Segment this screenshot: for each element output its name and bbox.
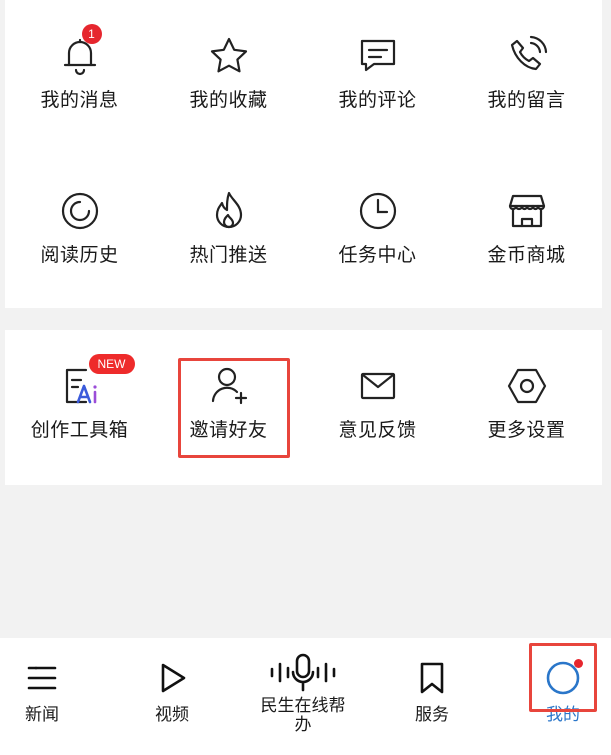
comment-icon — [356, 34, 400, 78]
task-center-item[interactable]: 任务中心 — [303, 155, 452, 275]
my-favorites-item[interactable]: 我的收藏 — [154, 0, 303, 120]
tab-label: 新闻 — [25, 705, 59, 725]
coin-mall-item[interactable]: 金币商城 — [452, 155, 601, 275]
item-label: 我的消息 — [40, 89, 119, 111]
more-settings-item[interactable]: 更多设置 — [452, 330, 601, 450]
history-icon — [58, 189, 102, 233]
invite-highlight-box — [178, 358, 290, 458]
my-messages-board-item[interactable]: 我的留言 — [452, 0, 601, 120]
tab-live-help[interactable]: 民生在线帮办 — [248, 638, 358, 755]
phone-icon — [505, 34, 549, 78]
reading-history-item[interactable]: 阅读历史 — [5, 155, 154, 275]
microphone-icon — [268, 652, 338, 692]
item-label: 我的留言 — [487, 89, 566, 111]
creative-toolbox-item[interactable]: NEW 创作工具箱 — [5, 330, 154, 450]
new-badge: NEW — [88, 354, 135, 374]
my-comments-item[interactable]: 我的评论 — [303, 0, 452, 120]
item-label: 我的收藏 — [189, 89, 268, 111]
item-label: 金币商城 — [487, 244, 566, 266]
tab-label: 视频 — [155, 705, 189, 725]
news-list-icon — [24, 660, 60, 696]
tab-services[interactable]: 服务 — [377, 638, 487, 755]
mail-icon — [356, 364, 400, 408]
hot-push-item[interactable]: 热门推送 — [154, 155, 303, 275]
play-icon — [154, 660, 190, 696]
item-label: 意见反馈 — [338, 419, 417, 441]
tools-card: NEW 创作工具箱 邀请好友 意见反馈 更多设置 — [5, 330, 602, 485]
bottom-tab-bar: 新闻 视频 民生在线帮办 服务 我的 — [0, 638, 611, 755]
tab-news[interactable]: 新闻 — [0, 638, 97, 755]
flame-icon — [207, 189, 251, 233]
clock-icon — [356, 189, 400, 233]
tab-video[interactable]: 视频 — [117, 638, 227, 755]
my-messages-item[interactable]: 1 我的消息 — [5, 0, 154, 120]
bookmark-icon — [414, 660, 450, 696]
mine-highlight-box — [529, 643, 597, 712]
tab-label: 民生在线帮办 — [260, 696, 346, 735]
shop-icon — [505, 189, 549, 233]
item-label: 创作工具箱 — [30, 419, 129, 441]
tab-label: 服务 — [415, 705, 449, 725]
item-label: 我的评论 — [338, 89, 417, 111]
feedback-item[interactable]: 意见反馈 — [303, 330, 452, 450]
item-label: 阅读历史 — [40, 244, 119, 266]
bell-icon: 1 — [58, 24, 102, 78]
item-label: 任务中心 — [338, 244, 417, 266]
item-label: 更多设置 — [487, 419, 566, 441]
ai-tool-icon: NEW — [58, 354, 135, 408]
features-card: 1 我的消息 我的收藏 我的评论 我的留言 阅读历史 热门推送 任务中心 金币商… — [5, 0, 602, 308]
unread-badge: 1 — [81, 24, 102, 44]
star-icon — [207, 34, 251, 78]
item-label: 热门推送 — [189, 244, 268, 266]
settings-hexagon-icon — [505, 364, 549, 408]
